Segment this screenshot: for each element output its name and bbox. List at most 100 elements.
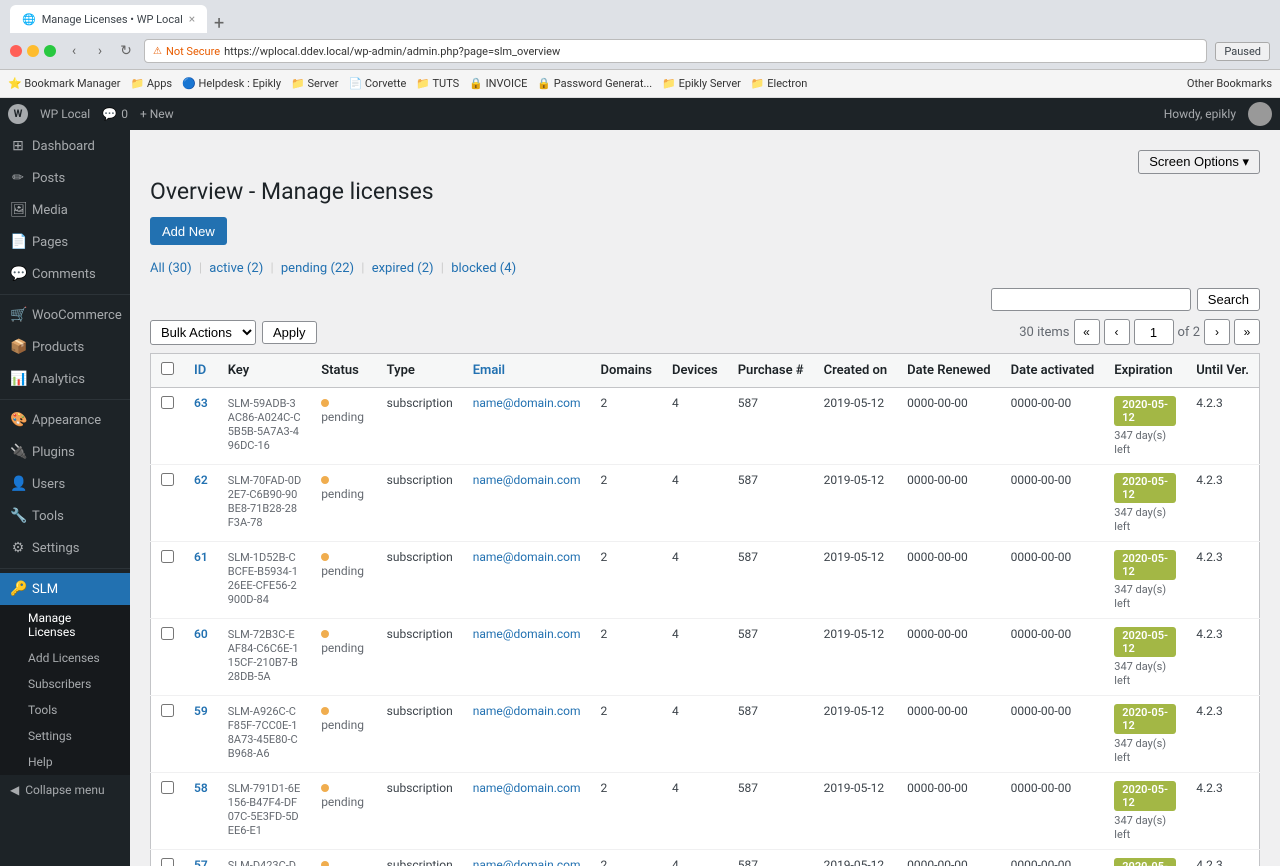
search-input[interactable]: [991, 288, 1191, 311]
row-checkbox[interactable]: [161, 473, 174, 486]
bookmark-server[interactable]: 📁 Server: [291, 77, 338, 90]
row-checkbox[interactable]: [161, 704, 174, 717]
address-bar[interactable]: ⚠ Not Secure https://wplocal.ddev.local/…: [144, 39, 1207, 63]
bookmark-apps[interactable]: 📁 Apps: [130, 77, 172, 90]
bookmark-manager[interactable]: ⭐ Bookmark Manager: [8, 77, 120, 90]
sidebar-submenu-help[interactable]: Help: [0, 749, 130, 775]
sidebar-submenu-subscribers[interactable]: Subscribers: [0, 671, 130, 697]
sidebar-item-slm[interactable]: 🔑 SLM: [0, 573, 130, 605]
email-link[interactable]: name@domain.com: [473, 704, 581, 718]
collapse-menu-button[interactable]: ◀ Collapse menu: [0, 775, 130, 805]
apply-button[interactable]: Apply: [262, 321, 317, 344]
new-tab-button[interactable]: +: [209, 13, 229, 33]
tools-label: Tools: [32, 509, 64, 524]
first-page-button[interactable]: «: [1074, 319, 1100, 345]
paused-button[interactable]: Paused: [1215, 42, 1270, 61]
cell-domains: 2: [591, 696, 662, 773]
col-email[interactable]: Email: [463, 354, 591, 388]
email-link[interactable]: name@domain.com: [473, 627, 581, 641]
sidebar-item-analytics[interactable]: 📊 Analytics: [0, 363, 130, 395]
howdy-label: Howdy, epikly: [1164, 107, 1236, 121]
sidebar-item-comments[interactable]: 💬 Comments: [0, 258, 130, 290]
sidebar-submenu-add-licenses[interactable]: Add Licenses: [0, 645, 130, 671]
comments-badge[interactable]: 💬 0: [102, 107, 128, 121]
posts-label: Posts: [32, 171, 65, 186]
screen-options-button[interactable]: Screen Options ▾: [1138, 150, 1260, 174]
bookmark-epikly-server[interactable]: 📁 Epikly Server: [662, 77, 741, 90]
filter-all[interactable]: All (30): [150, 261, 192, 276]
back-button[interactable]: ‹: [64, 41, 84, 61]
filter-expired[interactable]: expired (2): [372, 261, 434, 276]
user-avatar[interactable]: [1248, 102, 1272, 126]
row-checkbox[interactable]: [161, 396, 174, 409]
prev-page-button[interactable]: ‹: [1104, 319, 1130, 345]
email-link[interactable]: name@domain.com: [473, 858, 581, 866]
col-expiration: Expiration: [1104, 354, 1186, 388]
page-number-input[interactable]: [1134, 319, 1174, 345]
forward-button[interactable]: ›: [90, 41, 110, 61]
sidebar-submenu-settings[interactable]: Settings: [0, 723, 130, 749]
close-dot[interactable]: [10, 45, 22, 57]
tab-close-button[interactable]: ×: [189, 12, 195, 26]
table-row: 60 SLM-72B3C-EAF84-C6C6E-115CF-210B7-B28…: [151, 619, 1260, 696]
email-link[interactable]: name@domain.com: [473, 473, 581, 487]
bookmark-password[interactable]: 🔒 Password Generat...: [537, 77, 652, 90]
cell-created: 2019-05-12: [814, 465, 898, 542]
row-checkbox[interactable]: [161, 550, 174, 563]
bulk-actions-select[interactable]: Bulk Actions: [150, 320, 256, 345]
last-page-button[interactable]: »: [1234, 319, 1260, 345]
sidebar-item-dashboard[interactable]: ⊞ Dashboard: [0, 130, 130, 162]
cell-domains: 2: [591, 542, 662, 619]
bookmark-electron[interactable]: 📁 Electron: [751, 77, 808, 90]
table-row: 58 SLM-791D1-6E156-B47F4-DF07C-5E3FD-5DE…: [151, 773, 1260, 850]
maximize-dot[interactable]: [44, 45, 56, 57]
appearance-label: Appearance: [32, 413, 101, 428]
active-tab[interactable]: 🌐 Manage Licenses • WP Local ×: [10, 5, 207, 33]
sidebar-item-users[interactable]: 👤 Users: [0, 468, 130, 500]
cell-email: name@domain.com: [463, 465, 591, 542]
search-button[interactable]: Search: [1197, 288, 1260, 311]
row-checkbox[interactable]: [161, 781, 174, 794]
sidebar-item-appearance[interactable]: 🎨 Appearance: [0, 404, 130, 436]
expiry-days: 347 day(s) left: [1114, 814, 1166, 841]
sidebar-item-tools[interactable]: 🔧 Tools: [0, 500, 130, 532]
sidebar-item-products[interactable]: 📦 Products: [0, 331, 130, 363]
bookmark-tuts[interactable]: 📁 TUTS: [416, 77, 459, 90]
reload-button[interactable]: ↻: [116, 41, 136, 61]
bookmark-helpdesk[interactable]: 🔵 Helpdesk : Epikly: [182, 77, 281, 90]
add-new-button[interactable]: Add New: [150, 217, 227, 245]
sidebar-item-pages[interactable]: 📄 Pages: [0, 226, 130, 258]
sidebar-item-woocommerce[interactable]: 🛒 WooCommerce: [0, 299, 130, 331]
col-domains: Domains: [591, 354, 662, 388]
sidebar-submenu-tools[interactable]: Tools: [0, 697, 130, 723]
site-name[interactable]: WP Local: [40, 107, 90, 121]
row-checkbox[interactable]: [161, 858, 174, 866]
email-link[interactable]: name@domain.com: [473, 396, 581, 410]
sidebar-item-settings[interactable]: ⚙ Settings: [0, 532, 130, 564]
controls-row: Bulk Actions Apply 30 items « ‹ of 2 › »: [150, 319, 1260, 345]
bookmark-other[interactable]: Other Bookmarks: [1187, 77, 1272, 90]
wp-logo[interactable]: W: [8, 104, 28, 124]
filter-active[interactable]: active (2): [209, 261, 263, 276]
bookmark-corvette[interactable]: 📄 Corvette: [348, 77, 406, 90]
cell-created: 2019-05-12: [814, 850, 898, 866]
next-page-button[interactable]: ›: [1204, 319, 1230, 345]
bookmark-invoice[interactable]: 🔒 INVOICE: [469, 77, 527, 90]
email-link[interactable]: name@domain.com: [473, 550, 581, 564]
col-id[interactable]: ID: [184, 354, 218, 388]
new-content-button[interactable]: + New: [140, 107, 174, 121]
filter-blocked[interactable]: blocked (4): [451, 261, 516, 276]
filter-pending[interactable]: pending (22): [281, 261, 354, 276]
sidebar-submenu-manage-licenses[interactable]: Manage Licenses: [0, 605, 130, 645]
cell-key: SLM-D423C-D8858-0D993-F5C85-3EDB8-C7DEF-…: [218, 850, 311, 866]
sidebar-item-media[interactable]: 🖼 Media: [0, 194, 130, 226]
cell-renewed: 0000-00-00: [897, 465, 1000, 542]
email-link[interactable]: name@domain.com: [473, 781, 581, 795]
cell-devices: 4: [662, 850, 728, 866]
select-all-checkbox[interactable]: [161, 362, 174, 375]
sidebar-item-plugins[interactable]: 🔌 Plugins: [0, 436, 130, 468]
minimize-dot[interactable]: [27, 45, 39, 57]
row-checkbox[interactable]: [161, 627, 174, 640]
sidebar-item-posts[interactable]: ✏ Posts: [0, 162, 130, 194]
woocommerce-icon: 🛒: [10, 307, 26, 323]
